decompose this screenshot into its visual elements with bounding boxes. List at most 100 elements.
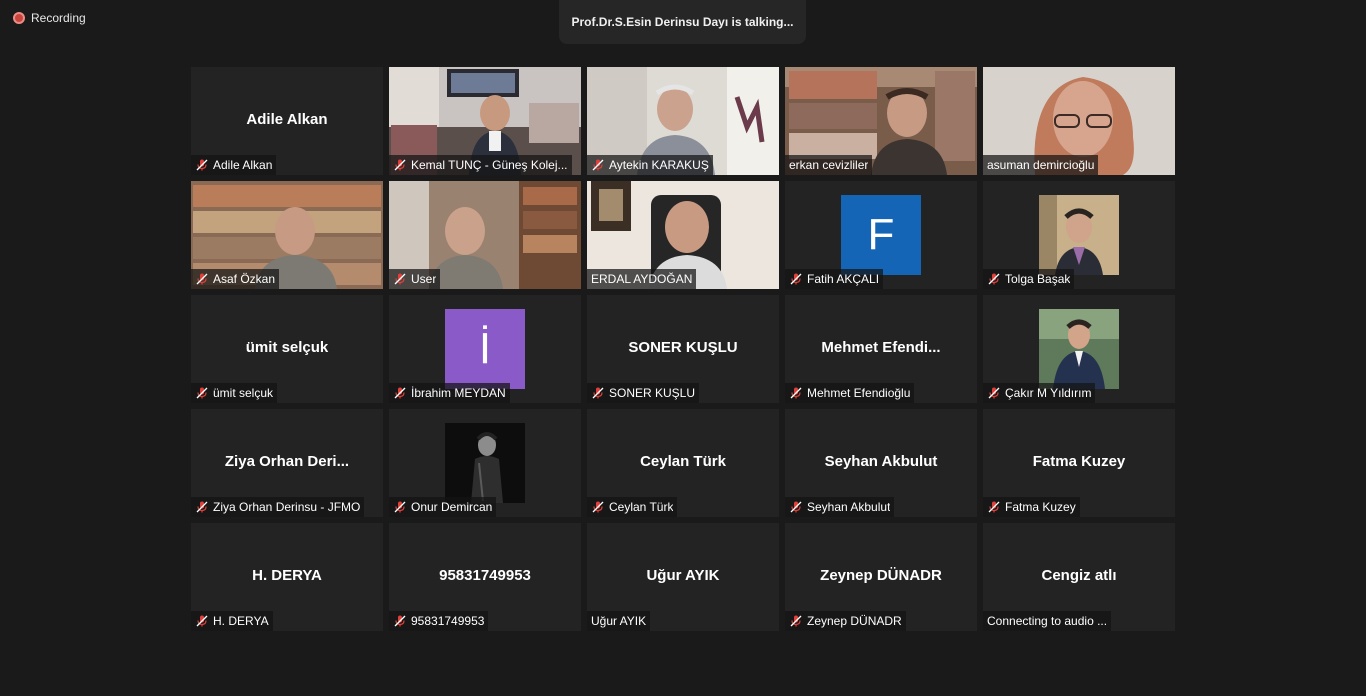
participant-tile[interactable]: Cengiz atlı Connecting to audio ... bbox=[983, 523, 1175, 631]
recording-indicator: Recording bbox=[13, 10, 86, 26]
mic-muted-icon bbox=[394, 273, 406, 285]
participant-label-text: Uğur AYIK bbox=[591, 614, 647, 628]
participant-tile[interactable]: Uğur AYIK Uğur AYIK bbox=[587, 523, 779, 631]
mic-muted-icon bbox=[196, 273, 208, 285]
gallery-grid: Adile Alkan Adile Alkan Kemal TUNÇ - Gün… bbox=[191, 67, 1175, 631]
mic-muted-icon bbox=[196, 501, 208, 513]
participant-label: Tolga Başak bbox=[983, 269, 1075, 289]
participant-label: Adile Alkan bbox=[191, 155, 277, 175]
participant-label-text: Adile Alkan bbox=[213, 158, 273, 172]
participant-tile[interactable]: Çakır M Yıldırım bbox=[983, 295, 1175, 403]
participant-avatar-photo bbox=[1039, 309, 1119, 389]
participant-tile[interactable]: SONER KUŞLU SONER KUŞLU bbox=[587, 295, 779, 403]
mic-muted-icon bbox=[592, 387, 604, 399]
participant-name: Seyhan Akbulut bbox=[824, 453, 938, 470]
participant-label: Ziya Orhan Derinsu - JFMO bbox=[191, 497, 365, 517]
mic-muted-icon bbox=[790, 273, 802, 285]
participant-tile[interactable]: İ İbrahim MEYDAN bbox=[389, 295, 581, 403]
participant-label: Seyhan Akbulut bbox=[785, 497, 895, 517]
participant-name: Mehmet Efendi... bbox=[821, 339, 941, 356]
participant-label-text: asuman demircioğlu bbox=[987, 158, 1095, 172]
participant-tile[interactable]: User bbox=[389, 181, 581, 289]
participant-tile[interactable]: asuman demircioğlu bbox=[983, 67, 1175, 175]
participant-tile[interactable]: Adile Alkan Adile Alkan bbox=[191, 67, 383, 175]
participant-label-text: Fatih AKÇALI bbox=[807, 272, 880, 286]
participant-tile[interactable]: Mehmet Efendi... Mehmet Efendioğlu bbox=[785, 295, 977, 403]
participant-label-text: Mehmet Efendioğlu bbox=[807, 386, 911, 400]
record-icon bbox=[13, 12, 25, 24]
mic-muted-icon bbox=[790, 501, 802, 513]
mic-muted-icon bbox=[394, 615, 406, 627]
participant-label: Zeynep DÜNADR bbox=[785, 611, 906, 631]
participant-tile[interactable]: Tolga Başak bbox=[983, 181, 1175, 289]
participant-label: Aytekin KARAKUŞ bbox=[587, 155, 713, 175]
participant-name: Ziya Orhan Deri... bbox=[224, 453, 350, 470]
participant-label: Çakır M Yıldırım bbox=[983, 383, 1096, 403]
mic-muted-icon bbox=[394, 159, 406, 171]
participant-tile[interactable]: Ziya Orhan Deri... Ziya Orhan Derinsu - … bbox=[191, 409, 383, 517]
participant-label: erkan cevizliler bbox=[785, 155, 873, 175]
participant-tile[interactable]: Aytekin KARAKUŞ bbox=[587, 67, 779, 175]
participant-tile[interactable]: Seyhan Akbulut Seyhan Akbulut bbox=[785, 409, 977, 517]
participant-name: Fatma Kuzey bbox=[1032, 453, 1126, 470]
participant-label-text: 95831749953 bbox=[411, 614, 485, 628]
participant-tile[interactable]: ümit selçuk ümit selçuk bbox=[191, 295, 383, 403]
participant-label: Asaf Özkan bbox=[191, 269, 280, 289]
participant-label-text: Ceylan Türk bbox=[609, 500, 674, 514]
participant-name: Zeynep DÜNADR bbox=[820, 567, 942, 584]
recording-label: Recording bbox=[31, 11, 86, 25]
participant-tile[interactable]: Zeynep DÜNADR Zeynep DÜNADR bbox=[785, 523, 977, 631]
participant-label: İbrahim MEYDAN bbox=[389, 383, 510, 403]
active-speaker-text: Prof.Dr.S.Esin Derinsu Dayı is talking..… bbox=[571, 15, 794, 29]
mic-muted-icon bbox=[592, 159, 604, 171]
participant-label: Fatih AKÇALI bbox=[785, 269, 884, 289]
participant-label-text: Onur Demircan bbox=[411, 500, 493, 514]
participant-label: Uğur AYIK bbox=[587, 611, 651, 631]
participant-label-text: Fatma Kuzey bbox=[1005, 500, 1076, 514]
participant-label: Connecting to audio ... bbox=[983, 611, 1112, 631]
avatar-letter: İ bbox=[478, 324, 492, 373]
participant-label-text: Aytekin KARAKUŞ bbox=[609, 158, 709, 172]
mic-muted-icon bbox=[196, 387, 208, 399]
participant-tile[interactable]: 95831749953 95831749953 bbox=[389, 523, 581, 631]
participant-label: Onur Demircan bbox=[389, 497, 497, 517]
mic-muted-icon bbox=[988, 501, 1000, 513]
participant-label: 95831749953 bbox=[389, 611, 489, 631]
participant-label-text: İbrahim MEYDAN bbox=[411, 386, 506, 400]
participant-label: H. DERYA bbox=[191, 611, 273, 631]
connecting-audio-text: Connecting to audio ... bbox=[987, 614, 1108, 628]
participant-label: asuman demircioğlu bbox=[983, 155, 1099, 175]
participant-label-text: erkan cevizliler bbox=[789, 158, 869, 172]
participant-label-text: Çakır M Yıldırım bbox=[1005, 386, 1092, 400]
participant-label-text: User bbox=[411, 272, 437, 286]
participant-label: SONER KUŞLU bbox=[587, 383, 700, 403]
participant-label-text: Ziya Orhan Derinsu - JFMO bbox=[213, 500, 361, 514]
participant-label-text: ümit selçuk bbox=[213, 386, 274, 400]
participant-tile[interactable]: F Fatih AKÇALI bbox=[785, 181, 977, 289]
participant-tile[interactable]: erkan cevizliler bbox=[785, 67, 977, 175]
participant-label: Mehmet Efendioğlu bbox=[785, 383, 915, 403]
participant-tile[interactable]: Fatma Kuzey Fatma Kuzey bbox=[983, 409, 1175, 517]
participant-label-text: Zeynep DÜNADR bbox=[807, 614, 902, 628]
participant-label: Kemal TUNÇ - Güneş Kolej... bbox=[389, 155, 572, 175]
participant-tile[interactable]: ERDAL AYDOĞAN bbox=[587, 181, 779, 289]
participant-label: User bbox=[389, 269, 441, 289]
participant-tile[interactable]: Onur Demircan bbox=[389, 409, 581, 517]
participant-tile[interactable]: H. DERYA H. DERYA bbox=[191, 523, 383, 631]
participant-avatar: F bbox=[841, 195, 921, 275]
participant-label: ERDAL AYDOĞAN bbox=[587, 269, 697, 289]
participant-label-text: Seyhan Akbulut bbox=[807, 500, 891, 514]
participant-label: Fatma Kuzey bbox=[983, 497, 1080, 517]
participant-avatar-photo bbox=[1039, 195, 1119, 275]
active-speaker-banner: Prof.Dr.S.Esin Derinsu Dayı is talking..… bbox=[559, 0, 806, 44]
participant-label-text: H. DERYA bbox=[213, 614, 269, 628]
participant-label: ümit selçuk bbox=[191, 383, 278, 403]
participant-label-text: Asaf Özkan bbox=[213, 272, 276, 286]
participant-tile[interactable]: Asaf Özkan bbox=[191, 181, 383, 289]
participant-tile[interactable]: Kemal TUNÇ - Güneş Kolej... bbox=[389, 67, 581, 175]
participant-name: Ceylan Türk bbox=[640, 453, 726, 470]
participant-label-text: SONER KUŞLU bbox=[609, 386, 696, 400]
participant-tile[interactable]: Ceylan Türk Ceylan Türk bbox=[587, 409, 779, 517]
mic-muted-icon bbox=[790, 615, 802, 627]
mic-muted-icon bbox=[394, 387, 406, 399]
